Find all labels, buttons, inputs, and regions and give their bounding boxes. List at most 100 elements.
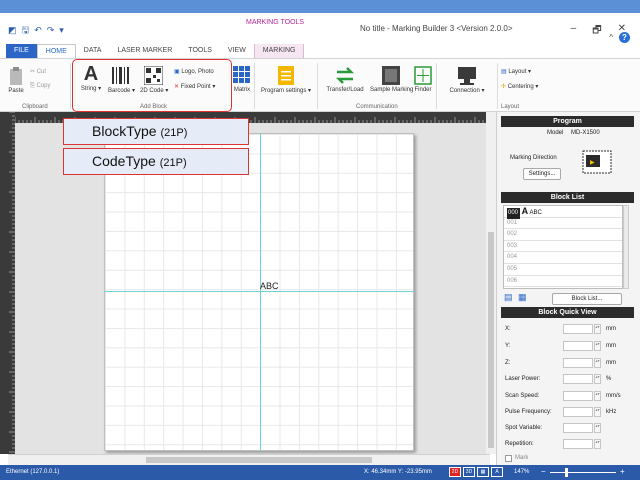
block-text: ABC — [529, 210, 542, 216]
x-spinner[interactable]: ▴▾ — [594, 324, 601, 334]
canvas-vertical-scrollbar[interactable] — [486, 112, 496, 454]
list-item[interactable]: 004 — [504, 252, 622, 264]
block-number: 003 — [507, 242, 518, 249]
tree-view-icon[interactable]: ▦ — [518, 292, 527, 303]
window-title: No title - Marking Builder 3 <Version 2.… — [360, 24, 513, 33]
tab-file[interactable]: FILE — [6, 44, 37, 58]
ribbon-separator — [70, 63, 71, 109]
spot-variable-input[interactable] — [563, 423, 593, 433]
svg-text:▶: ▶ — [590, 160, 595, 166]
communication-group-label: Communication — [356, 104, 398, 110]
pulse-frequency-spinner[interactable]: ▴▾ — [594, 407, 601, 417]
popup-item-blocktype[interactable]: BlockType (21P) — [63, 118, 249, 145]
popup-item-codetype[interactable]: CodeType (21P) — [63, 148, 249, 175]
string-block-icon: A — [521, 206, 529, 216]
repetition-spinner[interactable]: ▴▾ — [594, 439, 601, 449]
minimize-button[interactable]: – — [571, 23, 577, 40]
zoom-in-icon[interactable]: + — [620, 467, 625, 476]
zoom-level[interactable]: 147% — [514, 469, 529, 475]
popup-item-codetype-label: CodeType — [92, 153, 156, 169]
collapse-ribbon-icon[interactable]: ^ — [609, 33, 613, 42]
scan-speed-input[interactable] — [563, 391, 593, 401]
marking-direction-icon: ▶ — [582, 150, 612, 174]
popup-item-blocktype-size: (21P) — [160, 127, 188, 139]
tab-view[interactable]: VIEW — [220, 44, 254, 58]
redo-icon[interactable]: ↷ — [47, 25, 55, 35]
laser-power-unit: % — [606, 376, 612, 382]
list-item[interactable]: 000 A ABC — [504, 206, 622, 219]
marking-direction-label: Marking Direction — [510, 155, 557, 161]
maximize-button[interactable]: 🗗 — [592, 23, 601, 40]
app-window: ◩ 🖫 ↶ ↷ ▾ MARKING TOOLS No title - Marki… — [0, 0, 640, 480]
zoom-slider[interactable] — [550, 472, 616, 473]
transfer-icon — [335, 67, 355, 84]
customize-qat-icon[interactable]: ▾ — [59, 25, 64, 35]
canvas-horizontal-scrollbar[interactable] — [8, 454, 490, 465]
view-3d-button[interactable]: 3D — [463, 467, 475, 477]
cut-button[interactable]: ✂ Cut — [30, 68, 46, 75]
paste-button[interactable]: Paste — [4, 66, 28, 94]
list-item[interactable]: 003 — [504, 241, 622, 253]
undo-icon[interactable]: ↶ — [34, 25, 42, 35]
view-2d-button[interactable]: 2D — [449, 467, 461, 477]
cut-label: Cut — [36, 69, 47, 75]
program-settings-icon — [278, 66, 294, 85]
zoom-out-icon[interactable]: − — [541, 467, 546, 476]
matrix-button[interactable]: Matrix — [231, 66, 253, 93]
laser-power-label: Laser Power: — [505, 376, 541, 382]
list-item[interactable]: 006 — [504, 276, 622, 288]
list-view-icon[interactable]: ▤ — [504, 292, 513, 303]
mark-checkbox[interactable] — [505, 455, 512, 462]
block-quick-view-header: Block Quick View — [501, 307, 634, 318]
z-input[interactable] — [563, 358, 593, 368]
vertical-scroll-thumb[interactable] — [488, 232, 494, 448]
model-value: MD-X1500 — [571, 130, 600, 136]
y-input[interactable] — [563, 341, 593, 351]
transfer-load-button[interactable]: Transfer/Load — [320, 66, 370, 93]
marking-sheet[interactable] — [104, 133, 414, 451]
help-icon[interactable]: ? — [619, 32, 630, 43]
transfer-load-label: Transfer/Load — [326, 87, 364, 93]
finder-icon — [414, 66, 432, 85]
pulse-frequency-input[interactable] — [563, 407, 593, 417]
save-icon[interactable]: 🖫 — [22, 25, 30, 35]
laser-power-spinner[interactable]: ▴▾ — [594, 374, 601, 384]
canvas-block-text[interactable]: ABC — [260, 281, 279, 291]
layout-button[interactable]: ▤ Layout ▾ — [501, 68, 531, 75]
list-item[interactable]: 002 — [504, 229, 622, 241]
repetition-input[interactable] — [563, 439, 593, 449]
laser-power-input[interactable] — [563, 374, 593, 384]
text-view-icon[interactable]: A — [491, 467, 503, 477]
ribbon-separator — [254, 63, 255, 109]
block-list-button[interactable]: Block List... — [552, 293, 622, 305]
program-settings-button[interactable]: Program settings ▾ — [258, 66, 314, 94]
copy-button[interactable]: ⎘ Copy — [30, 83, 51, 90]
spot-variable-spinner[interactable]: ▴▾ — [594, 423, 601, 433]
finder-button[interactable]: Finder — [412, 66, 434, 93]
ribbon-right-controls: ^ ? — [609, 32, 630, 43]
scan-speed-spinner[interactable]: ▴▾ — [594, 391, 601, 401]
z-spinner[interactable]: ▴▾ — [594, 358, 601, 368]
connection-button[interactable]: Connection ▾ — [439, 66, 495, 94]
y-spinner[interactable]: ▴▾ — [594, 341, 601, 351]
x-input[interactable] — [563, 324, 593, 334]
grid-view-icon[interactable]: ▦ — [477, 467, 489, 477]
quick-access-toolbar: ◩ 🖫 ↶ ↷ ▾ — [8, 25, 64, 35]
list-item[interactable]: 001 — [504, 218, 622, 230]
program-settings-panel-button[interactable]: Settings... — [523, 168, 561, 180]
layout-group-label: Layout — [501, 104, 520, 110]
list-item[interactable]: 005 — [504, 264, 622, 276]
block-list-scrollbar[interactable] — [623, 205, 629, 289]
block-list[interactable]: 000 A ABC 001 002 003 004 005 006 — [503, 205, 623, 289]
tab-tools[interactable]: TOOLS — [180, 44, 220, 58]
tab-data[interactable]: DATA — [76, 44, 110, 58]
tab-laser-marker[interactable]: LASER MARKER — [109, 44, 180, 58]
centering-button[interactable]: ✢ Centering ▾ — [501, 83, 538, 90]
zoom-slider-thumb[interactable] — [565, 468, 568, 477]
block-number: 004 — [507, 254, 518, 261]
sample-marking-button[interactable]: Sample Marking — [370, 66, 413, 93]
font-size-popup: BlockType (21P) CodeType (21P) — [63, 118, 249, 178]
horizontal-scroll-thumb[interactable] — [146, 457, 372, 463]
tab-home[interactable]: HOME — [36, 44, 76, 58]
tab-marking[interactable]: MARKING — [253, 44, 305, 58]
